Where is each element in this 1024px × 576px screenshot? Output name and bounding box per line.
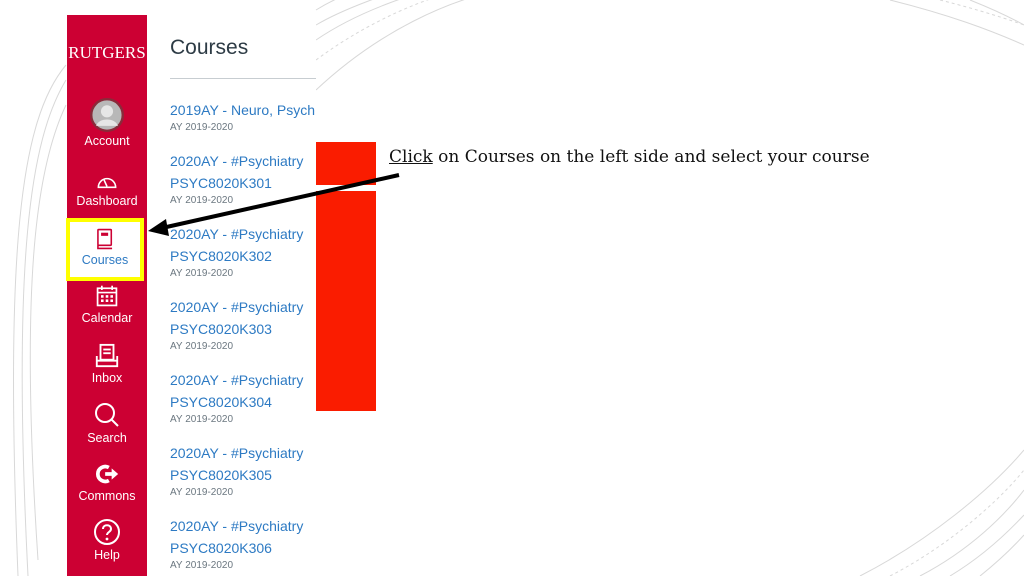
rutgers-logo[interactable]: RUTGERS	[67, 43, 147, 63]
title-divider	[170, 78, 316, 79]
redaction-block-top	[316, 142, 376, 185]
course-list-item[interactable]: 2020AY - #Psychiatry PSYC8020K305 AY 201…	[170, 442, 303, 500]
nav-item-label: Account	[84, 134, 130, 148]
global-navigation-sidebar: RUTGERS Account Dashboard Courses Calend…	[66, 15, 147, 576]
course-name-link[interactable]: 2020AY - #Psychiatry	[170, 369, 303, 391]
nav-item-help[interactable]: Help	[67, 518, 147, 562]
nav-item-label: Calendar	[81, 311, 133, 325]
courses-tray-title: Courses	[170, 36, 249, 59]
course-list-item[interactable]: 2019AY - Neuro, Psych AY 2019-2020	[170, 99, 315, 135]
course-code-link[interactable]: PSYC8020K306	[170, 537, 303, 559]
course-term: AY 2019-2020	[170, 487, 234, 498]
nav-item-label: Inbox	[91, 371, 123, 385]
calendar-icon	[96, 285, 118, 307]
nav-item-label: Help	[94, 548, 120, 562]
course-name-link[interactable]: 2020AY - #Psychiatry	[170, 223, 303, 245]
course-name-link[interactable]: 2020AY - #Psychiatry	[170, 515, 303, 537]
nav-item-label: Dashboard	[76, 194, 138, 208]
nav-item-search[interactable]: Search	[67, 401, 147, 445]
nav-item-label: Search	[87, 431, 127, 445]
course-code-link[interactable]: PSYC8020K302	[170, 245, 303, 267]
search-icon	[95, 403, 119, 427]
redaction-block-bottom	[316, 191, 376, 411]
nav-item-dashboard[interactable]: Dashboard	[67, 170, 147, 208]
course-list-item[interactable]: 2020AY - #Psychiatry PSYC8020K302 AY 201…	[170, 223, 303, 281]
course-list-item[interactable]: 2020AY - #Psychiatry PSYC8020K306 AY 201…	[170, 515, 303, 573]
course-name-link[interactable]: 2020AY - #Psychiatry	[170, 150, 303, 172]
course-list-item[interactable]: 2020AY - #Psychiatry PSYC8020K303 AY 201…	[170, 296, 303, 354]
dashboard-gauge-icon	[97, 177, 117, 189]
course-code-link[interactable]: PSYC8020K305	[170, 464, 303, 486]
nav-item-account[interactable]: Account	[67, 98, 147, 148]
course-code-link[interactable]: PSYC8020K301	[170, 172, 303, 194]
click-word: Click	[389, 147, 433, 167]
inbox-icon	[95, 343, 119, 368]
help-icon	[94, 519, 120, 545]
nav-item-label: Courses	[81, 253, 129, 267]
nav-item-courses[interactable]: Courses	[66, 218, 144, 281]
course-term: AY 2019-2020	[170, 341, 234, 352]
commons-icon	[95, 464, 119, 484]
course-term: AY 2019-2020	[170, 414, 234, 425]
nav-item-label: Commons	[78, 489, 136, 503]
course-list-item[interactable]: 2020AY - #Psychiatry PSYC8020K301 AY 201…	[170, 150, 303, 208]
instruction-callout: Click on Courses on the left side and se…	[389, 147, 870, 167]
courses-tray: Courses 2019AY - Neuro, Psych AY 2019-20…	[147, 15, 316, 576]
nav-item-inbox[interactable]: Inbox	[67, 343, 147, 385]
course-name-link[interactable]: 2020AY - #Psychiatry	[170, 442, 303, 464]
course-code-link[interactable]: PSYC8020K303	[170, 318, 303, 340]
course-name-link[interactable]: 2020AY - #Psychiatry	[170, 296, 303, 318]
courses-book-icon	[97, 228, 113, 250]
course-term: AY 2019-2020	[170, 122, 234, 133]
account-avatar-icon	[90, 98, 124, 132]
course-term: AY 2019-2020	[170, 195, 234, 206]
course-list-item[interactable]: 2020AY - #Psychiatry PSYC8020K304 AY 201…	[170, 369, 303, 427]
course-name-link[interactable]: 2019AY - Neuro, Psych	[170, 99, 315, 121]
nav-item-calendar[interactable]: Calendar	[67, 283, 147, 325]
course-term: AY 2019-2020	[170, 268, 234, 279]
course-code-link[interactable]: PSYC8020K304	[170, 391, 303, 413]
course-term: AY 2019-2020	[170, 560, 234, 571]
instruction-text: on Courses on the left side and select y…	[432, 147, 870, 167]
nav-item-commons[interactable]: Commons	[67, 461, 147, 503]
